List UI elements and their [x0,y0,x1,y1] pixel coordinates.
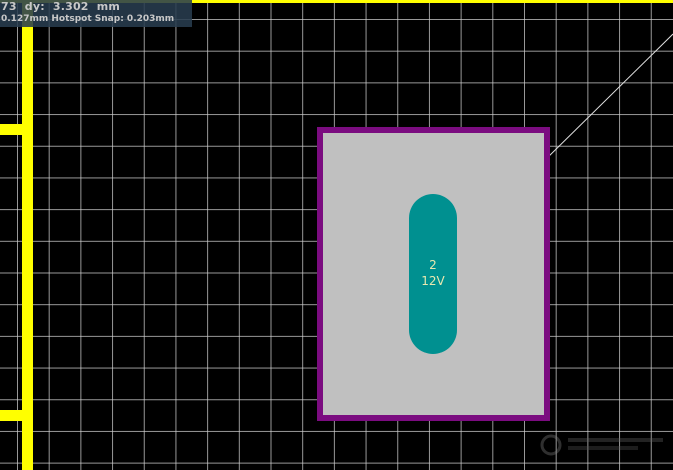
watermark-logo [540,434,663,456]
pad-net-name: 12V [421,274,445,288]
pad-label: 2 12V [409,257,457,289]
board-outline-notch[interactable] [0,410,24,421]
coordinate-readout: 73 dy: 3.302 mm 0.127mm Hotspot Snap: 0.… [0,0,192,27]
pcb-canvas[interactable]: 2 12V 73 dy: 3.302 mm 0.127mm Hotspot Sn… [0,0,673,470]
board-outline-left[interactable] [22,0,33,470]
delta-readout: 73 dy: 3.302 mm [1,0,121,13]
board-outline-notch[interactable] [0,124,24,135]
pad-number: 2 [429,258,437,272]
snap-readout: 0.127mm Hotspot Snap: 0.203mm [1,14,175,24]
